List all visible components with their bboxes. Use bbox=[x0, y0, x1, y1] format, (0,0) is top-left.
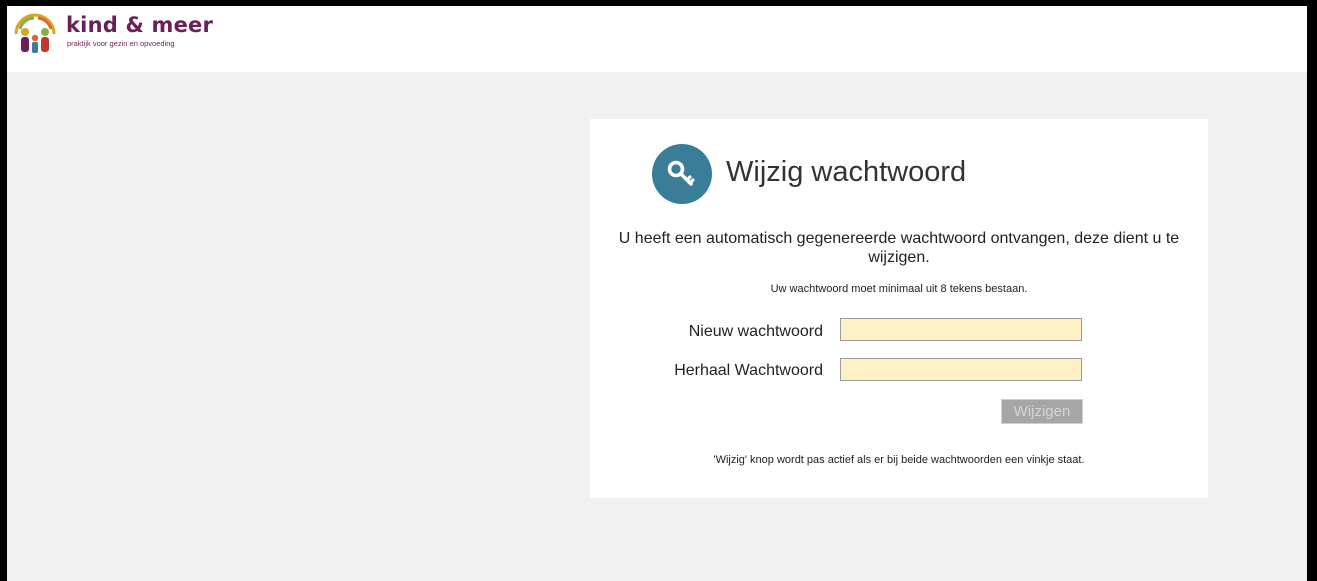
brand-tagline: praktijk voor gezin en opvoeding bbox=[67, 39, 175, 48]
page-title: Wijzig wachtwoord bbox=[726, 156, 967, 188]
browser-viewport: kind & meer praktijk voor gezin en opvoe… bbox=[7, 6, 1307, 581]
change-password-card: Wijzig wachtwoord U heeft een automatisc… bbox=[590, 119, 1208, 498]
change-password-button[interactable]: Wijzigen bbox=[1001, 399, 1083, 424]
password-length-note: Uw wachtwoord moet minimaal uit 8 tekens… bbox=[770, 283, 1028, 295]
brand-name: kind & meer bbox=[66, 13, 214, 37]
site-logo[interactable]: kind & meer praktijk voor gezin en opvoe… bbox=[10, 10, 240, 60]
key-icon bbox=[667, 160, 695, 186]
intro-text: U heeft een automatisch gegenereerde wac… bbox=[618, 230, 1180, 266]
new-password-input[interactable] bbox=[840, 318, 1082, 341]
key-icon-badge bbox=[652, 144, 712, 204]
site-header: kind & meer praktijk voor gezin en opvoe… bbox=[7, 6, 1307, 72]
repeat-password-label: Herhaal Wachtwoord bbox=[674, 362, 823, 379]
button-activation-hint: 'Wijzig' knop wordt pas actief als er bi… bbox=[713, 454, 1085, 466]
repeat-password-input[interactable] bbox=[840, 358, 1082, 381]
new-password-label: Nieuw wachtwoord bbox=[688, 323, 823, 340]
family-logo-icon bbox=[14, 13, 56, 53]
